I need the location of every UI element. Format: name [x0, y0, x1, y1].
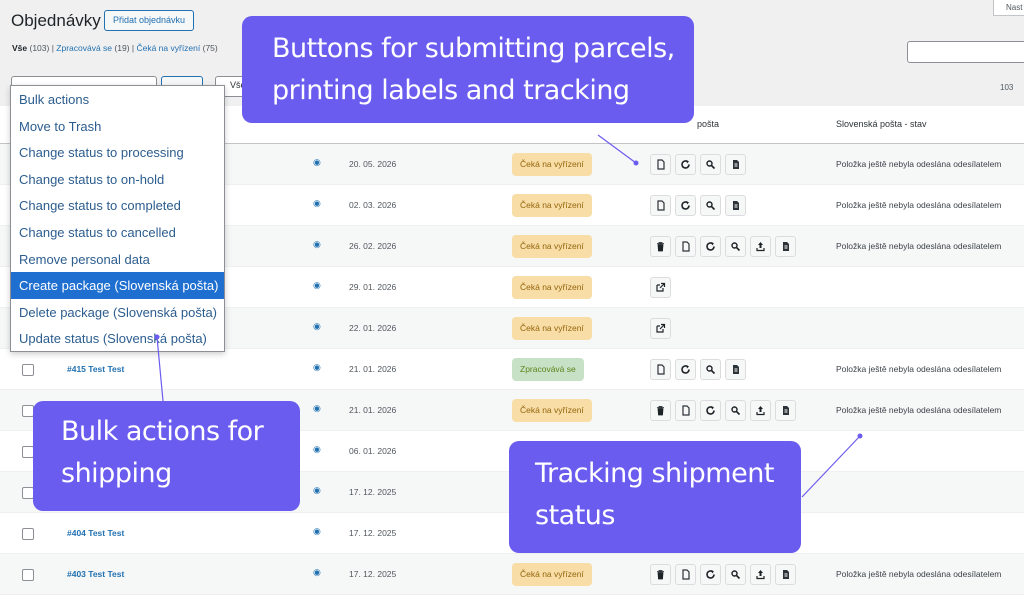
callout-tracking-line1: Tracking shipment — [535, 458, 774, 489]
callout-buttons-line2: printing labels and tracking — [272, 75, 630, 106]
callout-bulk-actions: Bulk actions for shipping — [33, 401, 300, 511]
callout-tracking-line2: status — [535, 500, 615, 531]
callout-buttons-line1: Buttons for submitting parcels, — [272, 33, 675, 64]
callout-tracking-status: Tracking shipment status — [509, 441, 801, 553]
callout-bulk-line2: shipping — [61, 458, 172, 489]
callout-bulk-line1: Bulk actions for — [61, 416, 264, 447]
callout-action-buttons: Buttons for submitting parcels, printing… — [242, 16, 694, 123]
